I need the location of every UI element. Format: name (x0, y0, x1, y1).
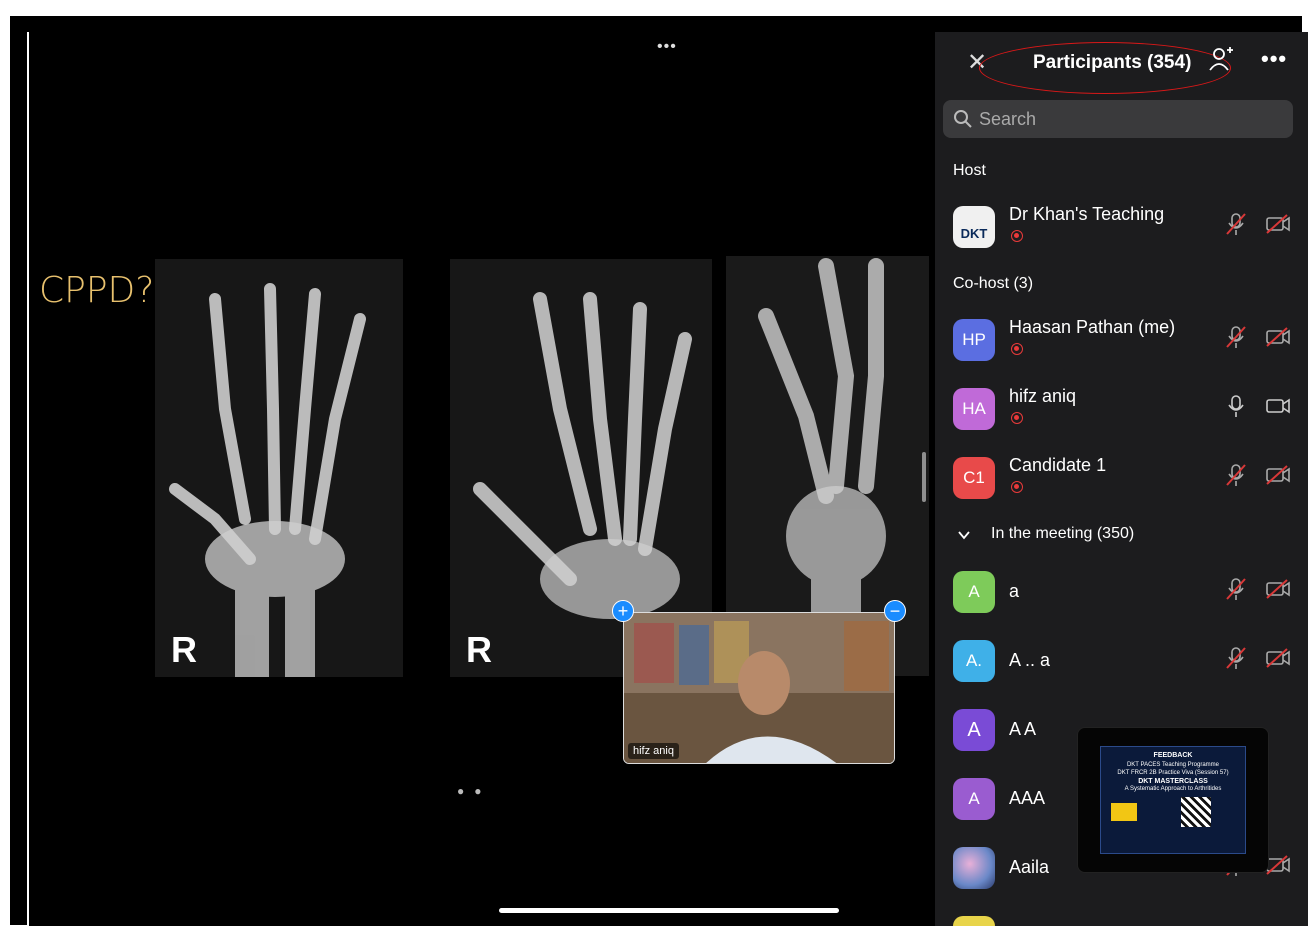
video-off-icon[interactable] (1265, 214, 1291, 234)
mic-icon[interactable] (1225, 394, 1247, 418)
participant-name: Aaila (1009, 857, 1050, 877)
participant-name: A A (1009, 719, 1037, 739)
video-off-icon[interactable] (1265, 579, 1291, 599)
participant-name: hifz aniq (1009, 386, 1077, 406)
xray-image-1: R (155, 259, 403, 677)
participant-row-host[interactable]: DKT Dr Khan's Teaching (935, 198, 1308, 258)
avatar: A (953, 709, 995, 751)
participant-name: AAA (1009, 788, 1046, 808)
participant-name: Haasan Pathan (me) (1009, 317, 1176, 337)
video-icon[interactable] (1265, 396, 1291, 416)
video-off-icon[interactable] (1265, 648, 1291, 668)
meeting-section-label[interactable]: In the meeting (350) (991, 525, 1134, 543)
search-box[interactable] (943, 100, 1293, 138)
panel-title: Participants (354) (1033, 52, 1192, 73)
thumbnail-line-1: DKT PACES Teaching Programme (1126, 762, 1220, 768)
thumbnail-line-2: DKT FRCR 2B Practice Viva (Session 57) (1117, 770, 1229, 776)
recording-icon (1011, 481, 1023, 493)
mic-muted-icon[interactable] (1225, 325, 1247, 349)
recording-icon (1011, 230, 1023, 242)
search-input[interactable] (979, 106, 1279, 132)
slide-title: CPPD? (39, 270, 155, 311)
avatar-initials: A (968, 582, 980, 601)
home-indicator[interactable] (499, 908, 839, 913)
avatar-initials: DKT (960, 226, 988, 241)
video-off-icon[interactable] (1265, 327, 1291, 347)
participant-row-cohost[interactable]: HP Haasan Pathan (me) (935, 311, 1308, 371)
participant-row-cohost[interactable]: HA hifz aniq (935, 380, 1308, 440)
feedback-slide-preview: FEEDBACK DKT PACES Teaching Programme DK… (1100, 746, 1246, 854)
recording-icon (1011, 412, 1023, 424)
participant-name: Dr Khan's Teaching (1009, 204, 1165, 224)
avatar: C1 (953, 457, 995, 499)
recording-icon (1011, 343, 1023, 355)
search-icon (954, 110, 972, 128)
video-off-icon[interactable] (1265, 465, 1291, 485)
sticky-note-graphic (1111, 803, 1137, 821)
chevron-down-icon[interactable] (957, 528, 971, 542)
avatar-initials: HP (962, 330, 986, 349)
host-section-label: Host (953, 162, 986, 179)
avatar: A (953, 571, 995, 613)
thumbnail-line-4: A Systematic Approach to Arthritides (1124, 786, 1222, 792)
avatar-initials: C1 (963, 468, 985, 487)
screen-share-thumbnail[interactable]: FEEDBACK DKT PACES Teaching Programme DK… (1077, 727, 1269, 873)
avatar-initials: HA (962, 399, 986, 418)
avatar (953, 916, 995, 926)
mic-muted-icon[interactable] (1225, 463, 1247, 487)
avatar: DKT (953, 206, 995, 248)
expand-video-button[interactable]: + (612, 600, 634, 622)
avatar: HP (953, 319, 995, 361)
avatar: A (953, 778, 995, 820)
participant-row-partial[interactable] (935, 908, 1308, 926)
thumbnail-heading: FEEDBACK (1153, 752, 1193, 759)
participant-name: A .. a (1009, 650, 1051, 670)
participant-row-cohost[interactable]: C1 Candidate 1 (935, 449, 1308, 509)
avatar-initials: A (968, 789, 980, 808)
xray-side-marker-1: R (171, 629, 197, 670)
more-options-icon[interactable]: ••• (657, 38, 677, 56)
mic-muted-icon[interactable] (1225, 212, 1247, 236)
participant-name: a (1009, 581, 1020, 601)
video-participant-name: hifz aniq (628, 743, 679, 759)
video-feed (624, 613, 894, 763)
floating-video-tile[interactable]: hifz aniq (623, 612, 895, 764)
qr-code-graphic (1181, 797, 1211, 827)
cohost-section-label: Co-host (3) (953, 275, 1034, 292)
more-icon[interactable]: ••• (1261, 46, 1287, 72)
invite-icon[interactable] (1207, 46, 1233, 72)
mic-muted-icon[interactable] (1225, 577, 1247, 601)
participant-row[interactable]: A a (935, 563, 1308, 623)
shared-screen-stage[interactable]: ••• CPPD? R R ●● hifz aniq + − (29, 32, 929, 926)
panel-divider-handle[interactable] (922, 452, 926, 502)
thumbnail-line-3: DKT MASTERCLASS (1138, 778, 1208, 785)
hand-xray-graphic-1 (155, 259, 403, 677)
page-indicator[interactable]: ●● (457, 784, 492, 798)
participant-name: Candidate 1 (1009, 455, 1107, 475)
avatar-initials: A. (965, 651, 983, 670)
screen-frame: ••• CPPD? R R ●● hifz aniq + − ✕ Partici… (10, 16, 1308, 928)
minimize-video-button[interactable]: − (884, 600, 906, 622)
participant-row[interactable]: A. A .. a (935, 632, 1308, 692)
avatar-image (953, 847, 995, 889)
xray-side-marker-2: R (466, 629, 492, 670)
mic-muted-icon[interactable] (1225, 646, 1247, 670)
avatar-initials: A (967, 719, 981, 741)
avatar: A. (953, 640, 995, 682)
avatar: HA (953, 388, 995, 430)
